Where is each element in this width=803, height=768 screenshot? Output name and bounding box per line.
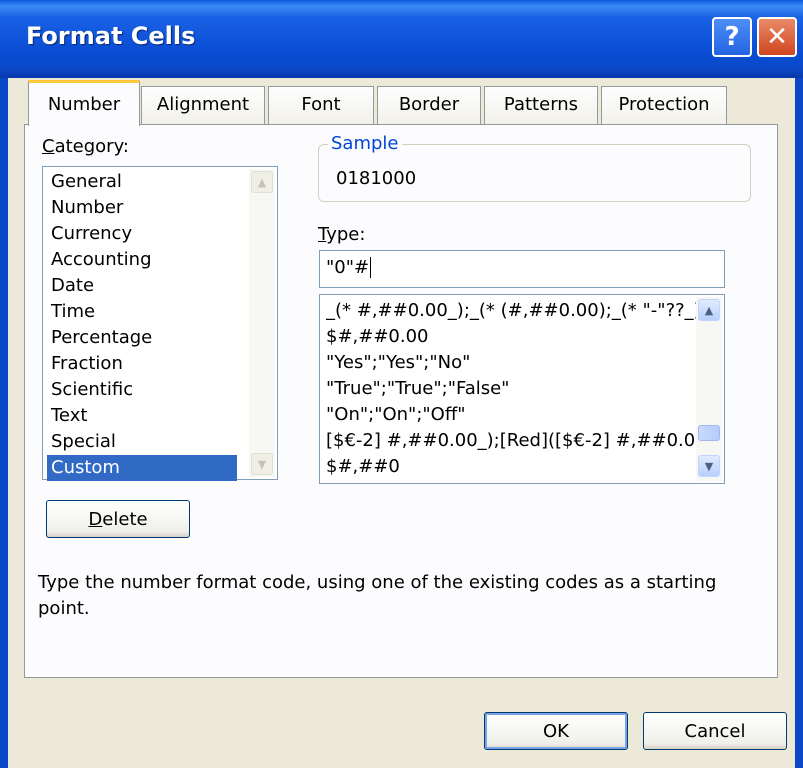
scroll-down-icon[interactable]: ▼: [698, 455, 720, 477]
category-item-time[interactable]: Time: [47, 299, 237, 325]
format-item[interactable]: _(* #,##0.00_);_(* (#,##0.00);_(* "-"??_…: [326, 298, 698, 324]
category-item-custom[interactable]: Custom: [47, 455, 237, 481]
format-item[interactable]: "On";"On";"Off": [326, 402, 698, 428]
tab-patterns[interactable]: Patterns: [484, 86, 598, 124]
help-icon: ?: [724, 22, 740, 52]
category-item-date[interactable]: Date: [47, 273, 237, 299]
window-frame-right: [795, 78, 803, 768]
format-item[interactable]: $#,##0.00: [326, 324, 698, 350]
title-bar[interactable]: Format Cells ? ✕: [0, 0, 803, 78]
category-item-scientific[interactable]: Scientific: [47, 377, 237, 403]
tab-font[interactable]: Font: [268, 86, 374, 124]
category-item-general[interactable]: General: [47, 169, 237, 195]
close-icon: ✕: [766, 22, 788, 52]
category-item-number[interactable]: Number: [47, 195, 237, 221]
format-item[interactable]: [$€-2] #,##0.00_);[Red]([$€-2] #,##0.00): [326, 428, 698, 454]
scroll-up-icon[interactable]: ▲: [698, 299, 720, 321]
category-item-percentage[interactable]: Percentage: [47, 325, 237, 351]
format-cells-dialog: Format Cells ? ✕ Number Alignment Font B…: [0, 0, 803, 768]
tab-number[interactable]: Number: [28, 80, 140, 126]
dialog-title: Format Cells: [26, 22, 196, 50]
format-description: Type the number format code, using one o…: [38, 572, 717, 619]
delete-button[interactable]: Delete: [46, 500, 190, 538]
format-item[interactable]: "Yes";"Yes";"No": [326, 350, 698, 376]
cancel-button[interactable]: Cancel: [643, 712, 787, 750]
type-label: Type:: [318, 224, 366, 245]
category-item-currency[interactable]: Currency: [47, 221, 237, 247]
type-input[interactable]: "0"#: [319, 250, 725, 288]
scroll-thumb[interactable]: [698, 425, 720, 441]
type-scrollbar[interactable]: ▲ ▼: [696, 297, 722, 481]
window-frame-left: [0, 78, 8, 768]
tab-alignment[interactable]: Alignment: [141, 86, 265, 124]
format-item[interactable]: "True";"True";"False": [326, 376, 698, 402]
sample-label: Sample: [328, 133, 402, 154]
tab-protection[interactable]: Protection: [601, 86, 727, 124]
type-format-list[interactable]: _(* #,##0.00_);_(* (#,##0.00);_(* "-"??_…: [319, 294, 725, 484]
category-scrollbar[interactable]: ▲ ▼: [249, 169, 275, 477]
category-item-special[interactable]: Special: [47, 429, 237, 455]
category-item-accounting[interactable]: Accounting: [47, 247, 237, 273]
category-label: Category:: [42, 136, 129, 157]
close-button[interactable]: ✕: [757, 17, 797, 57]
scroll-up-icon[interactable]: ▲: [251, 171, 273, 193]
sample-value: 0181000: [336, 168, 417, 189]
category-item-text[interactable]: Text: [47, 403, 237, 429]
tab-border[interactable]: Border: [377, 86, 481, 124]
scroll-down-icon[interactable]: ▼: [251, 453, 273, 475]
category-item-fraction[interactable]: Fraction: [47, 351, 237, 377]
help-button[interactable]: ?: [712, 17, 752, 57]
format-item[interactable]: $#,##0: [326, 454, 698, 480]
ok-button[interactable]: OK: [484, 712, 628, 750]
category-list[interactable]: General Number Currency Accounting Date …: [42, 166, 278, 481]
